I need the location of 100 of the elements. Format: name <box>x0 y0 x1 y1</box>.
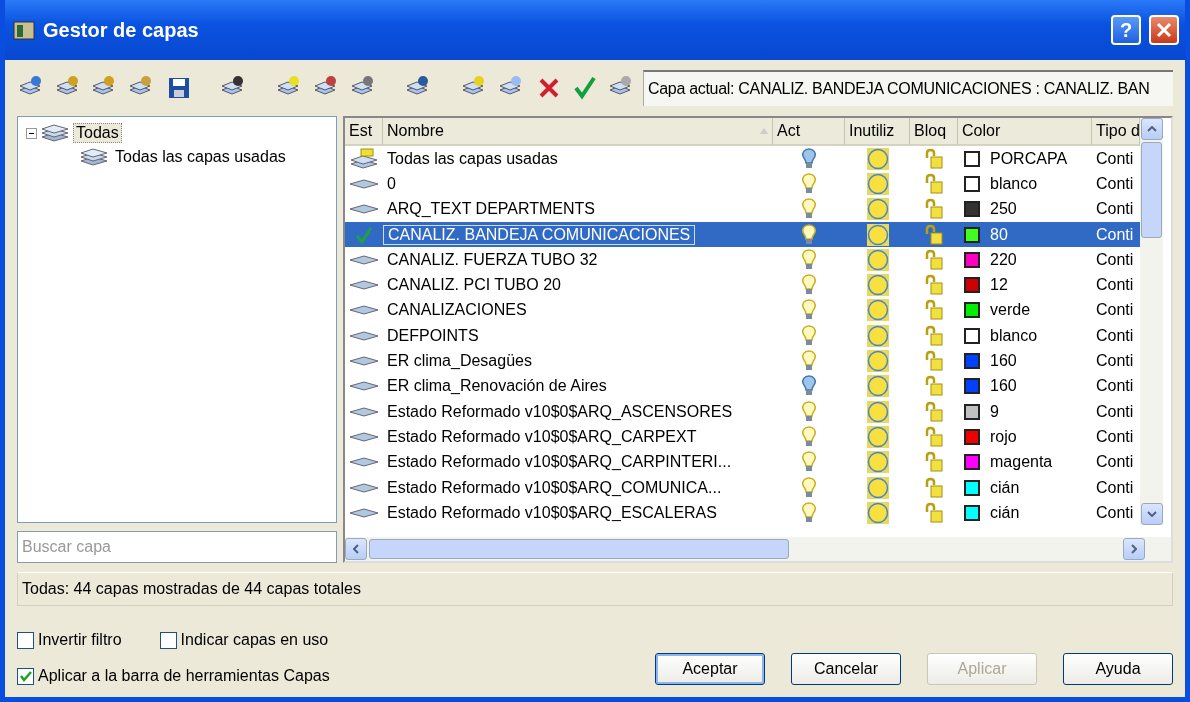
sun-icon[interactable] <box>866 375 889 398</box>
dialog-button[interactable]: Ayuda <box>1063 653 1173 685</box>
color-swatch[interactable] <box>964 201 980 218</box>
padlock-open-icon[interactable] <box>924 147 944 170</box>
search-field[interactable]: Buscar capa <box>17 531 337 563</box>
lightbulb-off-icon[interactable] <box>801 375 817 398</box>
color-swatch[interactable] <box>964 353 980 369</box>
color-swatch[interactable] <box>964 454 980 471</box>
lightbulb-off-icon[interactable] <box>801 147 817 170</box>
padlock-open-icon[interactable] <box>924 223 944 246</box>
color-swatch[interactable] <box>964 175 980 192</box>
layer-name[interactable]: Estado Reformado v10$0$ARQ_ESCALERAS <box>383 503 721 522</box>
sun-icon[interactable] <box>866 400 889 423</box>
padlock-open-icon[interactable] <box>924 299 944 322</box>
column-header[interactable]: Act <box>773 118 845 146</box>
color-swatch[interactable] <box>964 504 980 521</box>
lightbulb-on-icon[interactable] <box>801 299 817 322</box>
lightbulb-on-icon[interactable] <box>801 324 817 347</box>
sun-icon[interactable] <box>866 172 889 195</box>
layer-name[interactable]: CANALIZ. BANDEJA COMUNICACIONES <box>383 224 696 245</box>
sun-icon[interactable] <box>866 350 889 372</box>
lightbulb-on-icon[interactable] <box>801 451 817 474</box>
sun-icon[interactable] <box>866 198 889 221</box>
layer-name[interactable]: Estado Reformado v10$0$ARQ_COMUNICA... <box>383 478 726 497</box>
lightbulb-on-icon[interactable] <box>801 223 817 246</box>
layer-name[interactable]: DEFPOINTS <box>383 326 483 345</box>
lightbulb-on-icon[interactable] <box>801 350 817 372</box>
close-button[interactable] <box>1149 15 1179 45</box>
layer-name[interactable]: ER clima_Desagües <box>383 352 536 370</box>
layer-name[interactable]: Estado Reformado v10$0$ARQ_CARPEXT <box>383 427 701 446</box>
sun-icon[interactable] <box>866 451 889 474</box>
color-swatch[interactable] <box>964 277 980 294</box>
checkbox[interactable] <box>17 667 34 685</box>
padlock-open-icon[interactable] <box>924 198 944 221</box>
lightbulb-on-icon[interactable] <box>801 248 817 271</box>
help-button[interactable]: ? <box>1111 15 1141 45</box>
scroll-down-button[interactable] <box>1140 503 1163 526</box>
scrollbar-thumb[interactable] <box>1141 142 1162 238</box>
layer-name[interactable]: ARQ_TEXT DEPARTMENTS <box>383 200 600 219</box>
color-swatch[interactable] <box>964 150 980 167</box>
checkbox[interactable] <box>159 631 177 649</box>
color-swatch[interactable] <box>964 428 980 445</box>
tree-item[interactable]: Todas las capas usadas <box>112 147 289 167</box>
sun-icon[interactable] <box>866 147 889 170</box>
color-swatch[interactable] <box>964 378 980 395</box>
sun-icon[interactable] <box>866 274 889 297</box>
scroll-left-button[interactable] <box>345 538 367 560</box>
layer-name[interactable]: Todas las capas usadas <box>383 149 562 168</box>
layer-name[interactable]: Estado Reformado v10$0$ARQ_ASCENSORES <box>383 402 737 421</box>
layer-name[interactable]: CANALIZACIONES <box>383 301 531 320</box>
dialog-button[interactable]: Aceptar <box>655 653 765 685</box>
padlock-open-icon[interactable] <box>924 400 944 423</box>
sun-icon[interactable] <box>866 248 889 271</box>
lightbulb-on-icon[interactable] <box>801 476 817 499</box>
color-swatch[interactable] <box>964 251 980 268</box>
column-header[interactable]: Inutiliz <box>845 118 910 146</box>
lightbulb-on-icon[interactable] <box>801 274 817 297</box>
padlock-open-icon[interactable] <box>924 172 944 195</box>
checkbox-label[interactable]: Indicar capas en uso <box>180 631 329 649</box>
column-header[interactable]: Color <box>958 118 1092 146</box>
checkbox[interactable] <box>17 631 34 649</box>
color-swatch[interactable] <box>964 479 980 496</box>
column-header[interactable]: Est <box>345 118 383 146</box>
column-header[interactable]: Tipo d <box>1092 118 1140 146</box>
layer-name[interactable]: Estado Reformado v10$0$ARQ_CARPINTERI... <box>383 453 736 472</box>
column-header[interactable]: Bloq <box>910 118 958 146</box>
tree-item[interactable]: Todas <box>73 123 122 143</box>
layer-name[interactable]: CANALIZ. PCI TUBO 20 <box>383 276 565 295</box>
checkbox-label[interactable]: Invertir filtro <box>38 631 122 649</box>
lightbulb-on-icon[interactable] <box>801 400 817 423</box>
lightbulb-on-icon[interactable] <box>801 425 817 448</box>
sun-icon[interactable] <box>866 299 889 322</box>
sun-icon[interactable] <box>866 425 889 448</box>
color-swatch[interactable] <box>964 302 980 319</box>
padlock-open-icon[interactable] <box>924 501 944 524</box>
color-swatch[interactable] <box>964 403 980 420</box>
layer-name[interactable]: CANALIZ. FUERZA TUBO 32 <box>383 250 602 269</box>
lightbulb-on-icon[interactable] <box>801 501 817 524</box>
checkbox-label[interactable]: Aplicar a la barra de herramientas Capas <box>38 667 330 685</box>
lightbulb-on-icon[interactable] <box>801 172 817 195</box>
layer-name[interactable]: ER clima_Renovación de Aires <box>383 377 611 396</box>
layer-name[interactable]: 0 <box>383 174 400 193</box>
padlock-open-icon[interactable] <box>924 350 944 372</box>
sun-icon[interactable] <box>866 501 889 524</box>
column-header[interactable]: Nombre <box>383 118 773 146</box>
lightbulb-on-icon[interactable] <box>801 198 817 221</box>
dialog-button[interactable]: Cancelar <box>791 653 901 685</box>
padlock-open-icon[interactable] <box>924 425 944 448</box>
padlock-open-icon[interactable] <box>924 476 944 499</box>
color-swatch[interactable] <box>964 327 980 344</box>
padlock-open-icon[interactable] <box>924 451 944 474</box>
padlock-open-icon[interactable] <box>924 274 944 297</box>
scroll-up-button[interactable] <box>1140 118 1163 140</box>
collapse-toggle[interactable] <box>26 127 37 139</box>
sun-icon[interactable] <box>866 476 889 499</box>
padlock-open-icon[interactable] <box>924 248 944 271</box>
padlock-open-icon[interactable] <box>924 324 944 347</box>
sun-icon[interactable] <box>866 223 889 246</box>
color-swatch[interactable] <box>964 226 980 243</box>
scroll-right-button[interactable] <box>1123 538 1145 560</box>
